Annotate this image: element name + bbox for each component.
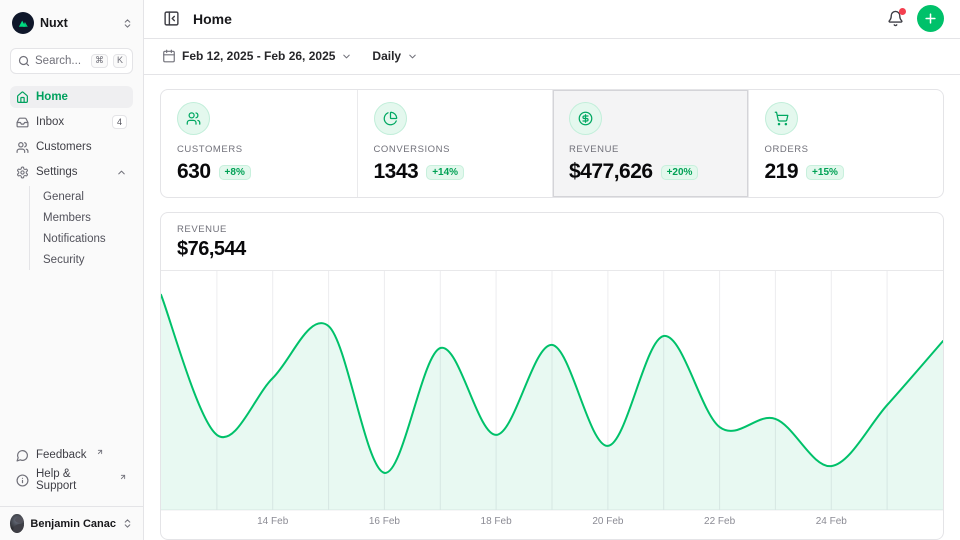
team-switcher[interactable]: Nuxt [0, 8, 143, 38]
sidebar-item-label: Help & Support [36, 468, 110, 492]
stat-delta-badge: +8% [219, 165, 251, 180]
sidebar-item-general[interactable]: General [43, 186, 133, 207]
chevron-up-icon [116, 167, 127, 178]
sidebar-item-help-support[interactable]: Help & Support [10, 469, 133, 491]
granularity-label: Daily [372, 49, 401, 63]
stat-delta-badge: +15% [806, 165, 844, 180]
collapse-sidebar-button[interactable] [160, 7, 183, 30]
plus-icon [923, 11, 938, 26]
sidebar-item-label: Customers [36, 141, 127, 153]
revenue-chart-card: REVENUE $76,544 14 Feb 16 Feb 18 Feb 20 Feb… [160, 212, 944, 540]
users-icon [177, 102, 210, 135]
info-circle-icon [16, 474, 29, 487]
pie-chart-icon [374, 102, 407, 135]
inbox-icon [16, 116, 29, 129]
sidebar-item-label: Inbox [36, 116, 105, 128]
add-button[interactable] [917, 5, 944, 32]
sidebar-item-label: Settings [36, 166, 109, 178]
panel-left-close-icon [163, 10, 180, 27]
stat-value: $477,626 [569, 160, 653, 184]
svg-text:22 Feb: 22 Feb [704, 516, 736, 527]
stat-card-orders[interactable]: ORDERS 219 +15% [748, 90, 944, 197]
sidebar-item-label: Home [36, 91, 127, 103]
stat-value: 219 [765, 160, 799, 184]
stat-card-customers[interactable]: CUSTOMERS 630 +8% [161, 90, 357, 197]
avatar [10, 514, 24, 533]
sidebar-item-home[interactable]: Home [10, 86, 133, 108]
sidebar-item-customers[interactable]: Customers [10, 136, 133, 158]
brand-name: Nuxt [40, 16, 116, 30]
revenue-area-chart[interactable]: 14 Feb 16 Feb 18 Feb 20 Feb 22 Feb 24 Feb [161, 271, 943, 531]
app-root: Nuxt ⌘ K Home Inbo [0, 0, 960, 540]
search-input-wrap[interactable]: ⌘ K [10, 48, 133, 74]
notifications-button[interactable] [884, 7, 907, 30]
stats-row: CUSTOMERS 630 +8% CONVERSIONS 1343 +14% [160, 89, 944, 198]
stat-label: REVENUE [569, 144, 732, 155]
search-icon [18, 55, 30, 67]
date-range-picker[interactable]: Feb 12, 2025 - Feb 26, 2025 [160, 45, 354, 67]
sidebar-item-feedback[interactable]: Feedback [10, 444, 133, 466]
sidebar-item-settings[interactable]: Settings [10, 161, 133, 183]
sidebar-nav: Home Inbox 4 Customers Settings [0, 86, 143, 444]
page-title: Home [193, 11, 874, 27]
chevrons-up-down-icon [122, 518, 133, 529]
sidebar: Nuxt ⌘ K Home Inbo [0, 0, 144, 540]
sidebar-item-inbox[interactable]: Inbox 4 [10, 111, 133, 133]
chart-header: REVENUE $76,544 [161, 213, 943, 271]
nuxt-logo-icon [12, 12, 34, 34]
sidebar-item-members[interactable]: Members [43, 207, 133, 228]
chevrons-up-down-icon [122, 18, 133, 29]
users-icon [16, 141, 29, 154]
main-panel: Home Feb 12, 2025 - Feb 26, 2025 Daily [144, 0, 960, 540]
notification-dot [899, 8, 906, 15]
stat-label: CONVERSIONS [374, 144, 537, 155]
stat-label: CUSTOMERS [177, 144, 341, 155]
stat-value: 1343 [374, 160, 419, 184]
svg-text:20 Feb: 20 Feb [592, 516, 624, 527]
inbox-count-badge: 4 [112, 115, 127, 129]
stat-delta-badge: +14% [426, 165, 464, 180]
sidebar-item-label: Feedback [36, 449, 87, 461]
kbd-meta: ⌘ [91, 54, 108, 68]
external-link-icon [96, 448, 104, 456]
user-menu[interactable]: Benjamin Canac [0, 506, 143, 540]
granularity-select[interactable]: Daily [370, 45, 420, 67]
home-icon [16, 91, 29, 104]
gear-icon [16, 166, 29, 179]
external-link-icon [119, 473, 127, 481]
stat-card-revenue[interactable]: REVENUE $477,626 +20% [552, 90, 748, 197]
sidebar-item-notifications[interactable]: Notifications [43, 228, 133, 249]
page-header: Home [144, 0, 960, 39]
search-input[interactable] [35, 55, 86, 67]
chart-metric-label: REVENUE [177, 224, 927, 235]
settings-sub-list: General Members Notifications Security [29, 186, 133, 270]
chart-metric-value: $76,544 [177, 238, 927, 261]
date-range-label: Feb 12, 2025 - Feb 26, 2025 [182, 49, 335, 63]
sidebar-item-security[interactable]: Security [43, 249, 133, 270]
sidebar-footer: Feedback Help & Support [0, 444, 143, 500]
circle-dollar-icon [569, 102, 602, 135]
message-circle-icon [16, 449, 29, 462]
filters-toolbar: Feb 12, 2025 - Feb 26, 2025 Daily [144, 39, 960, 75]
svg-text:18 Feb: 18 Feb [481, 516, 513, 527]
user-name: Benjamin Canac [30, 518, 116, 530]
shopping-cart-icon [765, 102, 798, 135]
svg-text:24 Feb: 24 Feb [816, 516, 848, 527]
stat-value: 630 [177, 160, 211, 184]
stat-label: ORDERS [765, 144, 928, 155]
svg-text:16 Feb: 16 Feb [369, 516, 401, 527]
stat-card-conversions[interactable]: CONVERSIONS 1343 +14% [357, 90, 553, 197]
chevron-down-icon [341, 51, 352, 62]
calendar-icon [162, 49, 176, 63]
kbd-k: K [113, 54, 127, 68]
page-content: CUSTOMERS 630 +8% CONVERSIONS 1343 +14% [144, 75, 960, 540]
chevron-down-icon [407, 51, 418, 62]
svg-text:14 Feb: 14 Feb [257, 516, 289, 527]
stat-delta-badge: +20% [661, 165, 699, 180]
